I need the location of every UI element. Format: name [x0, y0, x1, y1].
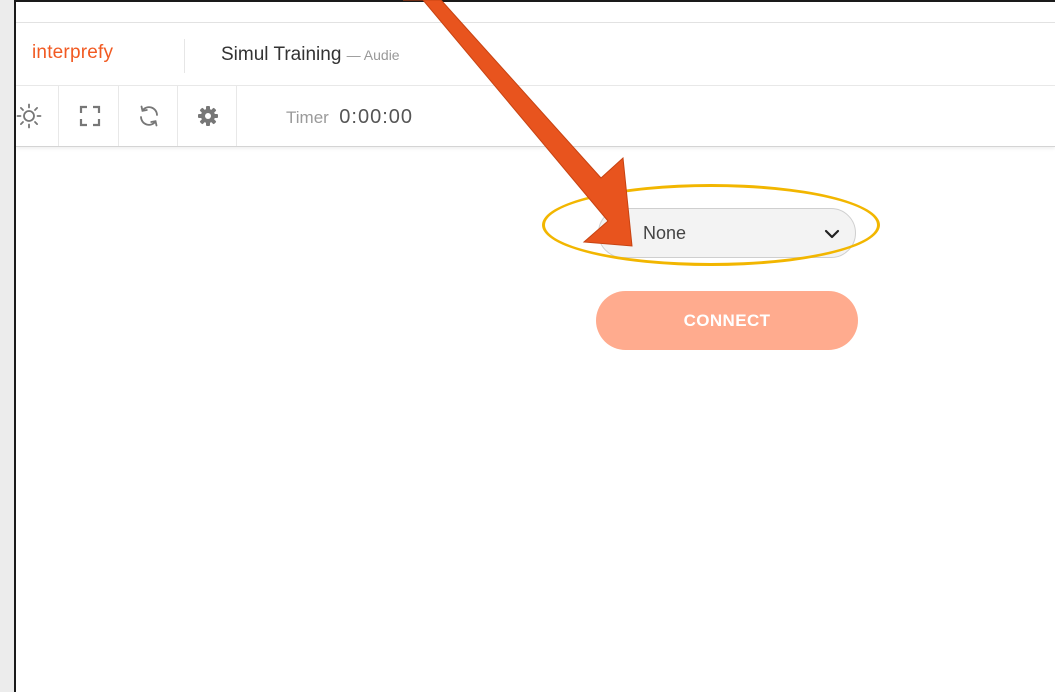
settings-gear-icon: [197, 106, 218, 126]
timer-value: 0:00:00: [339, 106, 413, 128]
header-bar: interprefy Simul Training — Audie: [16, 23, 1055, 86]
brightness-icon: [16, 103, 42, 129]
timer-label: Timer: [286, 108, 329, 127]
connect-button[interactable]: CONNECT: [596, 291, 858, 350]
chevron-down-icon: [824, 229, 840, 239]
logo: interprefy: [32, 42, 114, 63]
channel-select-value: None: [643, 223, 687, 243]
settings-button[interactable]: [179, 86, 237, 146]
fullscreen-icon: [79, 105, 100, 127]
refresh-button[interactable]: [120, 86, 178, 146]
timer: Timer 0:00:00: [286, 106, 413, 129]
channel-select[interactable]: None: [598, 208, 856, 258]
page-title: Simul Training — Audie: [221, 44, 400, 66]
app-window: interprefy Simul Training — Audie Timer …: [14, 0, 1055, 692]
refresh-icon: [139, 105, 158, 127]
session-subtitle: — Audie: [346, 47, 400, 63]
fullscreen-button[interactable]: [61, 86, 119, 146]
header-divider: [184, 39, 185, 73]
session-title: Simul Training: [221, 44, 342, 65]
brightness-button[interactable]: [0, 86, 59, 146]
toolbar: Timer 0:00:00: [16, 86, 1055, 147]
top-strip: [16, 2, 1055, 23]
